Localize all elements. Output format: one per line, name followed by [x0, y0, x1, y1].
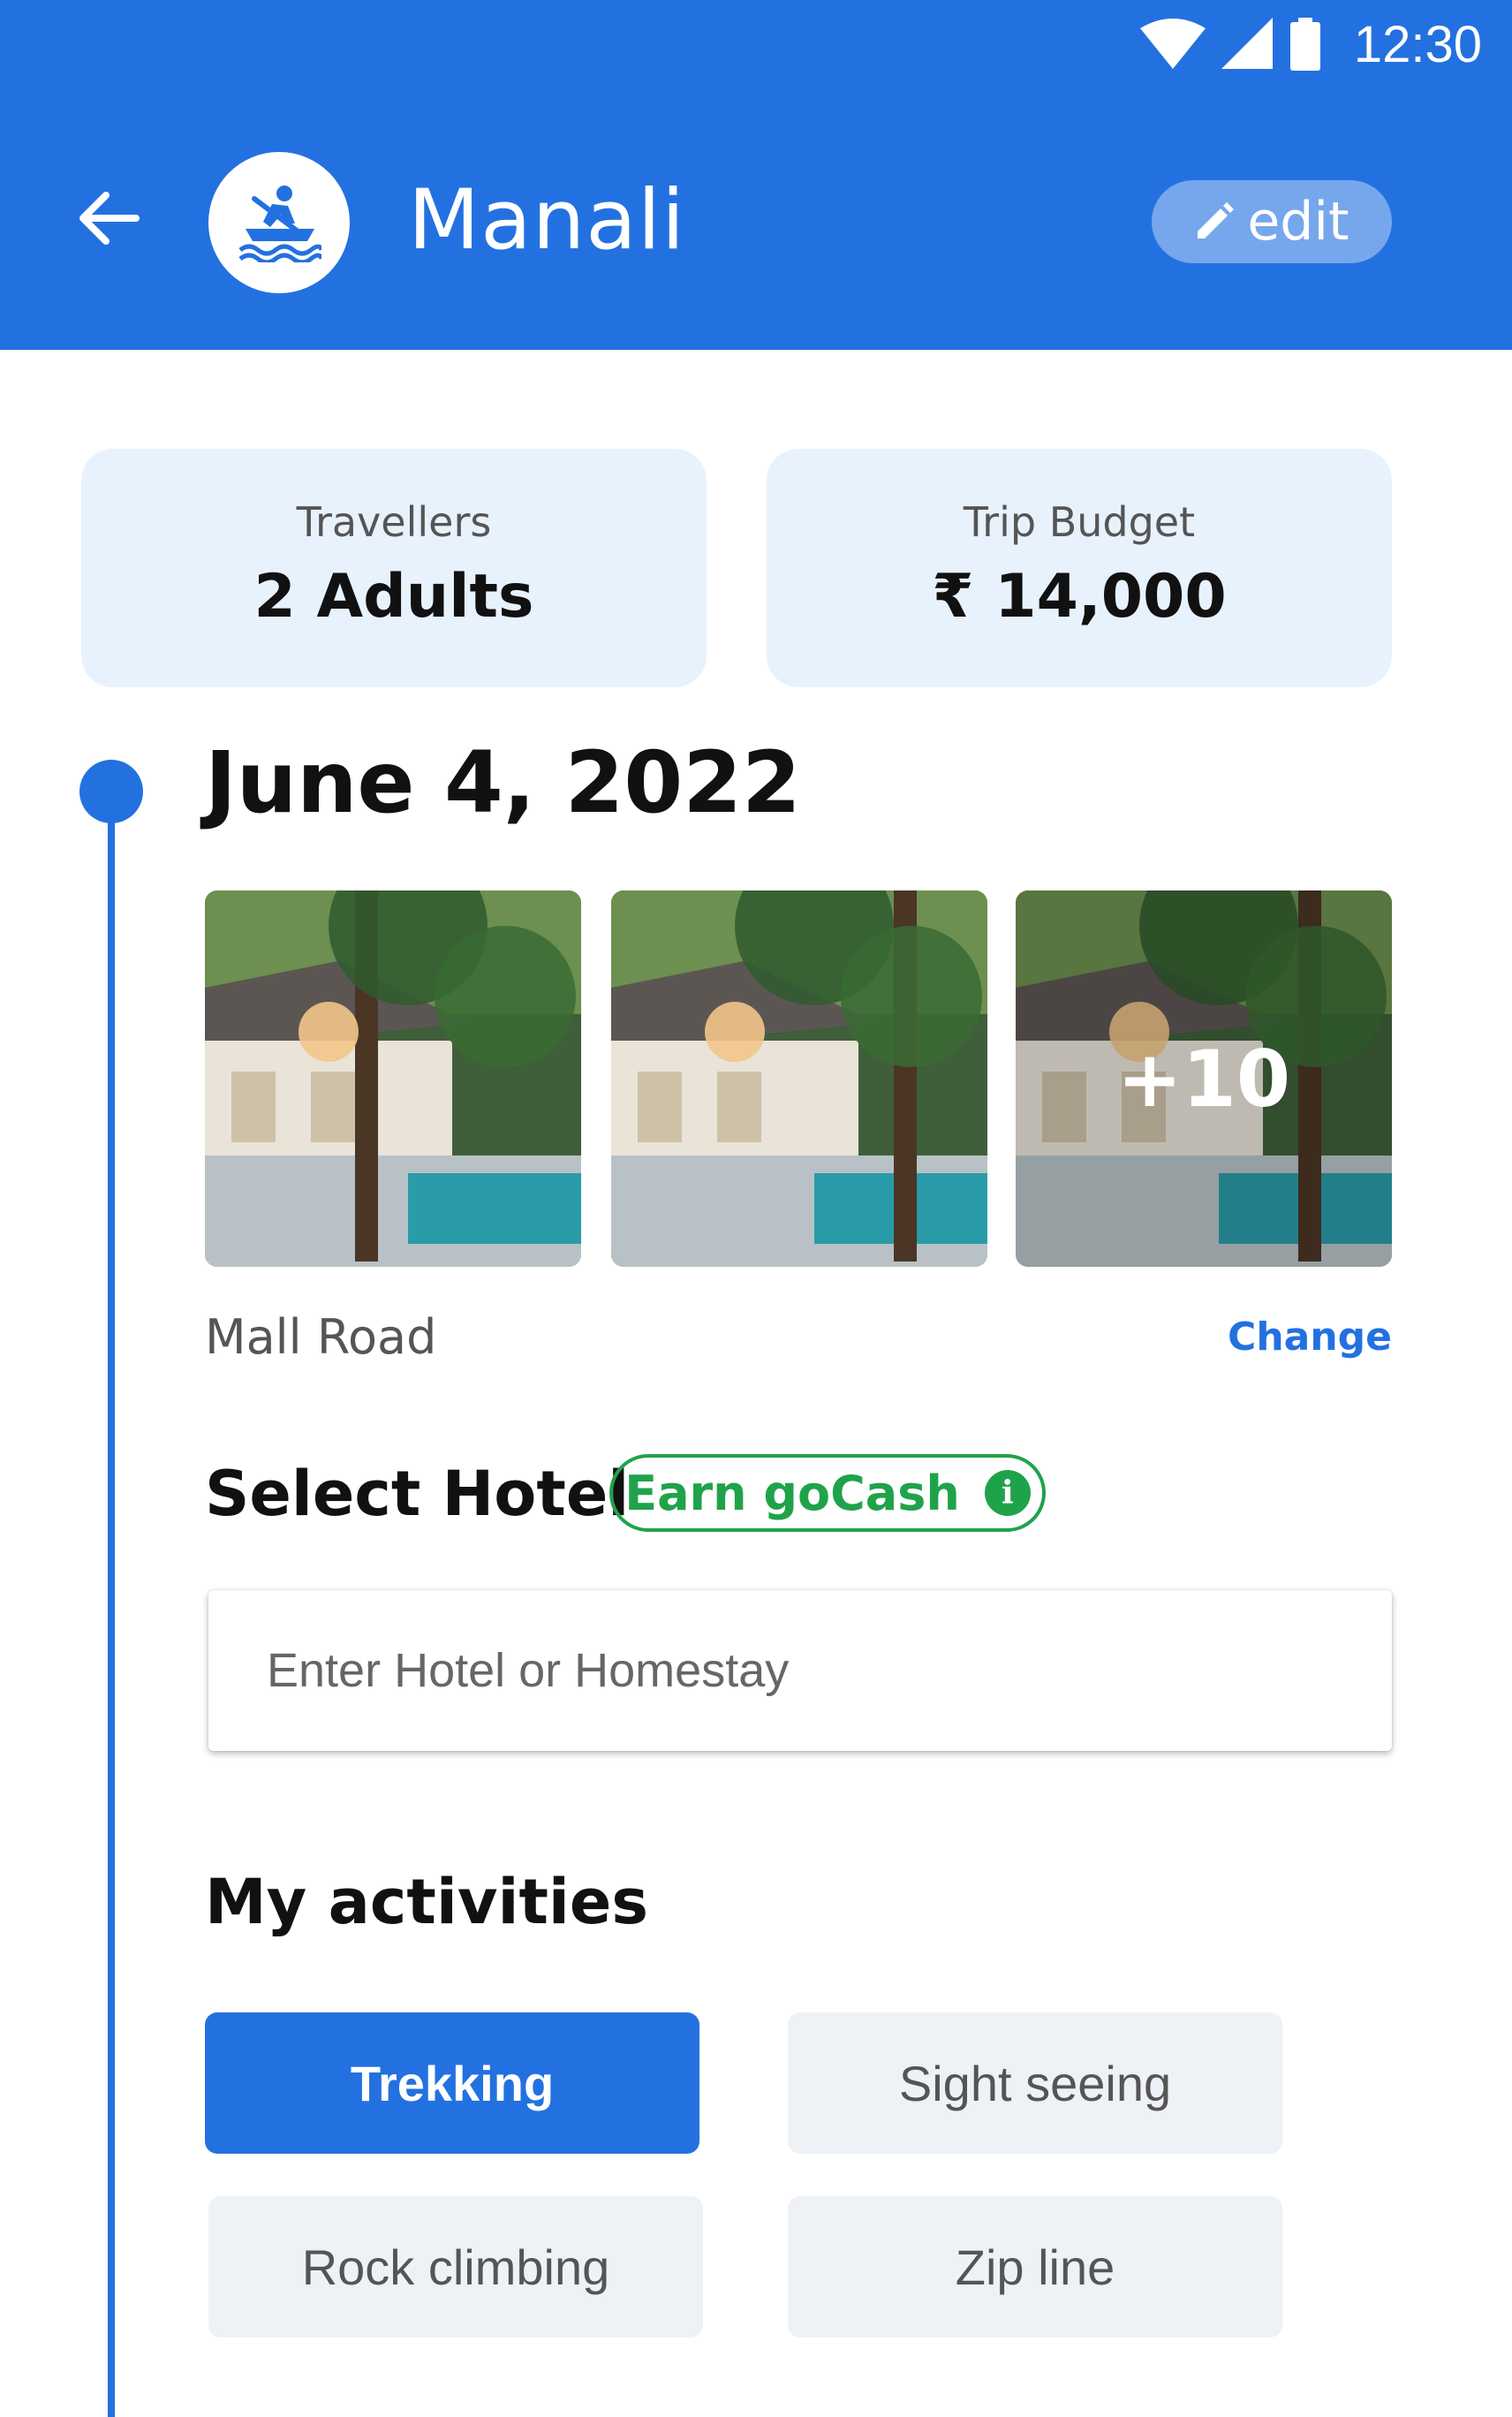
place-photo-1[interactable]: [205, 890, 581, 1267]
travellers-label: Travellers: [296, 498, 492, 546]
page-title: Manali: [408, 172, 686, 269]
hotel-search-input[interactable]: [208, 1590, 1392, 1751]
activity-chip-trekking[interactable]: Trekking: [205, 2012, 699, 2154]
cell-signal-icon: [1221, 18, 1273, 69]
back-button[interactable]: [76, 186, 141, 251]
trip-budget-card[interactable]: Trip Budget ₹ 14,000: [767, 449, 1392, 687]
activity-chip-sight-seeing[interactable]: Sight seeing: [788, 2012, 1282, 2154]
day-date: June 4, 2022: [205, 733, 801, 832]
select-hotel-heading: Select Hotel: [205, 1458, 630, 1530]
earn-gocash-label: Earn goCash: [624, 1465, 960, 1521]
trip-budget-value: ₹ 14,000: [932, 562, 1227, 632]
place-name: Mall Road: [205, 1309, 437, 1365]
back-arrow-icon: [79, 192, 140, 245]
place-photo-2[interactable]: [611, 890, 987, 1267]
status-bar: 12:30: [1139, 9, 1482, 80]
my-activities-heading: My activities: [205, 1866, 649, 1938]
more-photos-count: +10: [1016, 890, 1392, 1267]
garden-photo-image: [611, 890, 987, 1267]
destination-logo: [208, 152, 350, 293]
activity-chip-rock-climbing[interactable]: Rock climbing: [208, 2196, 703, 2337]
info-icon: i: [984, 1470, 1031, 1516]
timeline-line: [108, 795, 115, 2417]
change-place-link[interactable]: Change: [1228, 1315, 1392, 1360]
pencil-icon: [1198, 202, 1235, 239]
travellers-card[interactable]: Travellers 2 Adults: [81, 449, 707, 687]
battery-icon: [1289, 18, 1320, 71]
garden-photo-image: [205, 890, 581, 1267]
trip-budget-label: Trip Budget: [963, 498, 1196, 546]
place-photo-3[interactable]: +10: [1016, 890, 1392, 1267]
status-time: 12:30: [1353, 15, 1482, 73]
timeline-dot: [79, 760, 143, 823]
rowing-boat-icon: [238, 186, 321, 262]
travellers-value: 2 Adults: [253, 562, 534, 632]
app-header: 12:30 Manali edit: [0, 0, 1512, 350]
activity-chip-zip-line[interactable]: Zip line: [788, 2196, 1282, 2337]
edit-label: edit: [1247, 191, 1349, 253]
earn-gocash-badge[interactable]: Earn goCash i: [609, 1454, 1046, 1532]
edit-button[interactable]: edit: [1152, 180, 1392, 263]
wifi-icon: [1139, 19, 1206, 69]
